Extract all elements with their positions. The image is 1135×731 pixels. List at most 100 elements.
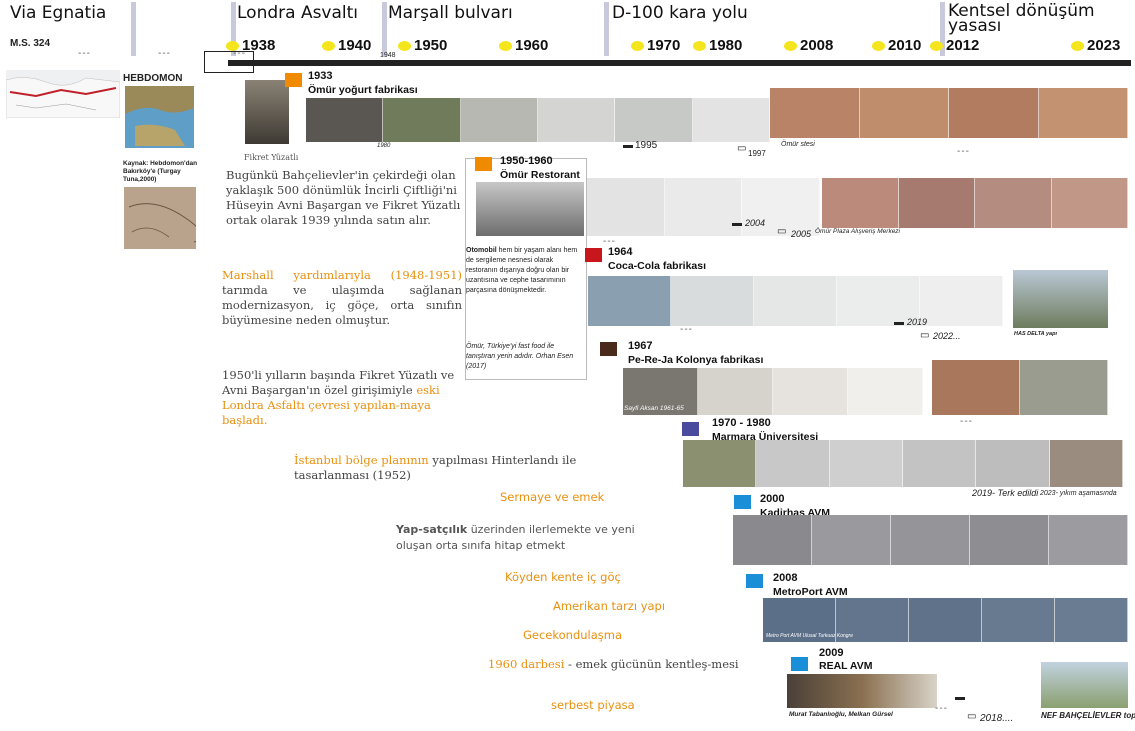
timeline-marker-box	[204, 51, 254, 73]
car-icon: ▬	[894, 317, 904, 328]
marker-red	[585, 248, 602, 262]
dash-mark: ---	[935, 703, 948, 714]
event-year: 1967	[628, 340, 653, 352]
year-dot	[930, 41, 943, 52]
real-avm-photo	[787, 674, 937, 708]
photo-strip-omur-stesi	[770, 88, 1128, 138]
hebdomon-label: HEBDOMON	[123, 73, 183, 84]
restaurant-note: Otomobil hem bir yaşam alanı hem de serg…	[466, 247, 578, 294]
car-icon: ▬	[955, 692, 965, 703]
marker-orange	[475, 157, 492, 171]
note-amerikan: Amerikan tarzı yapı	[553, 599, 666, 613]
note-darbe: 1960 darbesi - emek gücünün kentleş-mesi	[488, 657, 739, 671]
dash-mark: ---	[78, 48, 91, 59]
era-title-via-egnatia: Via Egnatia	[10, 3, 107, 23]
year-dot	[872, 41, 885, 52]
event-title: Ömür Restorant	[500, 169, 580, 181]
era-title-londra: Londra Asvaltı	[237, 3, 359, 23]
history-paragraph-1: Bugünkü Bahçelievler'in çekirdeği olan y…	[226, 168, 461, 227]
caption-has-delta: HAS DELTA yapı	[1014, 331, 1057, 337]
dash-mark: ---	[957, 146, 970, 157]
era-divider	[604, 2, 609, 56]
year-dot	[693, 41, 706, 52]
car-icon: ▬	[623, 140, 633, 151]
year-dot	[398, 41, 411, 52]
event-year: 2008	[773, 572, 798, 584]
note-sermaye: Sermaye ve emek	[500, 490, 605, 504]
car-icon: ▬	[732, 218, 742, 229]
event-title: Coca-Cola fabrikası	[608, 260, 707, 272]
nef-photo	[1041, 662, 1128, 708]
caption-1995: 1995	[635, 140, 658, 151]
year-1948-small: 1948	[380, 52, 396, 59]
year-dot	[784, 41, 797, 52]
dash-mark: ---	[960, 416, 973, 427]
fikret-caption: Fikret Yüzatlı	[244, 153, 299, 162]
note-gecekondu: Gecekondulaşma	[523, 628, 623, 642]
restaurant-photo	[476, 182, 584, 236]
year-1960: 1960	[499, 37, 548, 54]
event-year: 1970 - 1980	[712, 417, 771, 429]
event-year: 1950-1960	[500, 155, 553, 167]
caption-metroport: Metro Port AVM Ulusal Turkuaz Kongre	[766, 633, 853, 639]
year-1980: 1980	[693, 37, 742, 54]
caption-1997: 1997	[748, 149, 766, 158]
marker-brown	[600, 342, 617, 356]
era-divider	[131, 2, 136, 56]
car-icon: ▭	[967, 711, 977, 722]
year-1950: 1950	[398, 37, 447, 54]
era-title-d100: D-100 kara yolu	[612, 3, 748, 23]
event-year: 1933	[308, 70, 333, 82]
note-koyden: Köyden kente iç göç	[505, 570, 621, 584]
era-divider	[382, 2, 387, 56]
caption-2005: 2005	[791, 229, 812, 239]
has-delta-photo	[1013, 270, 1108, 328]
era-title-kentsel: Kentsel dönüşüm yasası	[948, 1, 1095, 36]
caption-nef: NEF BAHÇELİEVLER toplu konu	[1041, 711, 1135, 720]
year-dot	[1071, 41, 1084, 52]
caption-2022: 2022...	[933, 331, 961, 341]
year-2023: 2023	[1071, 37, 1120, 54]
event-title: Pe-Re-Ja Kolonya fabrikası	[628, 354, 764, 366]
caption-2019: 2019	[907, 317, 928, 327]
fikret-photo	[245, 80, 289, 144]
photo-strip-1933	[306, 98, 770, 142]
event-title: Ömür yoğurt fabrikası	[308, 84, 418, 96]
caption-yikim: 2023- yıkım aşamasında	[1040, 490, 1117, 497]
car-icon: ▭	[737, 143, 747, 154]
year-2012: 2012	[930, 37, 979, 54]
marker-orange	[285, 73, 302, 87]
caption-architects: Murat Tabanlıoğlu, Melkan Gürsel	[789, 711, 893, 718]
via-egnatia-map	[6, 70, 120, 118]
year-dot	[226, 41, 239, 52]
dash-mark: ---	[680, 324, 693, 335]
ms-label: M.S. 324	[10, 38, 51, 49]
caption-2004: 2004	[745, 218, 766, 228]
event-year: 2000	[760, 493, 785, 505]
year-1938: 1938	[226, 37, 275, 54]
note-yapsatcilik: Yap-satçılık üzerinden ilerlemekte ve ye…	[396, 523, 635, 552]
year-dot	[499, 41, 512, 52]
caption-terk: 2019- Terk edildi	[972, 488, 1039, 498]
event-title: MetroPort AVM	[773, 586, 848, 598]
photo-strip-pereja-new	[932, 360, 1108, 415]
photo-strip-omur-plaza	[822, 178, 1128, 228]
year-1970: 1970	[631, 37, 680, 54]
caption-omur-plaza: Ömür Plaza Alışveriş Merkezi	[815, 228, 900, 235]
marker-blue	[791, 657, 808, 671]
old-map	[124, 187, 196, 249]
caption-1980: 1980	[377, 143, 391, 149]
marker-blue	[734, 495, 751, 509]
car-icon: ▭	[920, 330, 930, 341]
era-title-marsall: Marşall bulvarı	[388, 3, 513, 23]
year-dot	[322, 41, 335, 52]
year-2010: 2010	[872, 37, 921, 54]
caption-omur-stesi: Ömür stesi	[781, 141, 815, 148]
year-dot	[631, 41, 644, 52]
marker-indigo	[682, 422, 699, 436]
source-caption: Kaynak: Hebdomon'dan Bakırköy'e (Turgay …	[123, 160, 198, 183]
photo-strip-coca-cola	[588, 276, 1003, 326]
dash-mark: ---	[158, 48, 171, 59]
timeline-bar	[228, 60, 1131, 66]
caption-sayfi: Sayfi Aksan 1961-65	[624, 405, 684, 412]
